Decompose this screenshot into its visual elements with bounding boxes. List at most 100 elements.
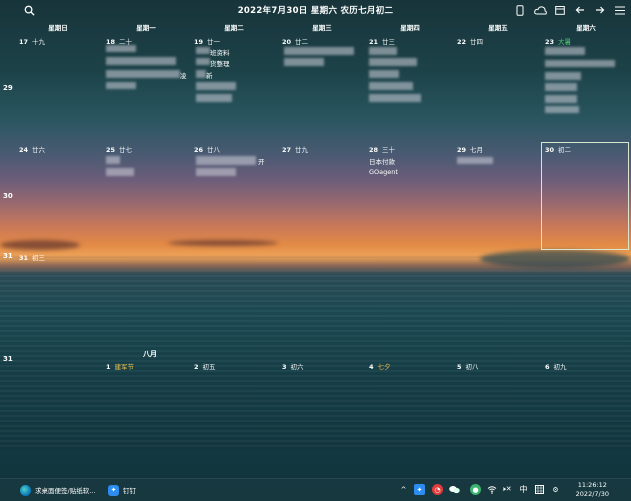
dingtalk-tray-icon[interactable]: ✦ bbox=[414, 484, 425, 495]
arrow-right-icon[interactable] bbox=[593, 3, 607, 17]
blurred-event bbox=[196, 47, 210, 54]
weekday-header-row: 星期日 星期一 星期二 星期三 星期四 星期五 星期六 bbox=[0, 22, 631, 32]
chevron-up-icon[interactable]: ^ bbox=[398, 484, 409, 495]
selected-day-highlight bbox=[541, 142, 629, 250]
weekday-thu: 星期四 bbox=[400, 24, 420, 32]
holiday-label: 建军节 bbox=[114, 363, 135, 371]
day-cell[interactable]: 23 大暑 bbox=[545, 36, 571, 46]
cloud bbox=[480, 250, 630, 268]
weekday-tue: 星期二 bbox=[224, 24, 244, 32]
blurred-event bbox=[106, 168, 134, 176]
edge-icon bbox=[20, 484, 31, 496]
day-cell[interactable]: 19 廿一 bbox=[194, 36, 220, 46]
blurred-event bbox=[369, 47, 397, 55]
day-cell[interactable]: 24 廿六 bbox=[19, 144, 45, 154]
blurred-event bbox=[106, 57, 176, 65]
day-cell[interactable]: 6 初九 bbox=[545, 361, 567, 371]
blurred-event bbox=[545, 60, 615, 67]
weekday-sat: 星期六 bbox=[576, 24, 596, 32]
day-cell[interactable]: 3 初六 bbox=[282, 361, 304, 371]
cloud bbox=[168, 240, 278, 246]
event-text[interactable]: GOagent bbox=[369, 168, 398, 176]
taskbar-app-label: 钉钉 bbox=[123, 487, 136, 495]
week-number: 29 bbox=[3, 84, 13, 92]
event-text[interactable]: 凌 bbox=[180, 70, 187, 80]
weekday-mon: 星期一 bbox=[136, 24, 156, 32]
day-cell[interactable]: 22 廿四 bbox=[457, 36, 483, 46]
app-tray-icon[interactable]: ● bbox=[470, 484, 481, 495]
day-cell[interactable]: 29 七月 bbox=[457, 144, 483, 154]
event-text[interactable]: 班资料 bbox=[210, 47, 230, 57]
blurred-event bbox=[106, 156, 120, 164]
week-number: 30 bbox=[3, 192, 13, 200]
blurred-event bbox=[369, 94, 421, 102]
day-cell[interactable]: 20 廿二 bbox=[282, 36, 308, 46]
blurred-event bbox=[106, 45, 136, 52]
day-cell[interactable]: 17 十九 bbox=[19, 36, 45, 46]
blurred-event bbox=[545, 83, 577, 91]
settings-icon[interactable]: ⚙ bbox=[550, 484, 561, 495]
day-cell[interactable]: 31 初三 bbox=[19, 252, 45, 262]
clock-time: 11:26:12 bbox=[577, 481, 607, 489]
blurred-event bbox=[545, 95, 577, 103]
event-text[interactable]: 新 bbox=[206, 70, 213, 80]
cloud-sync-icon[interactable] bbox=[533, 3, 547, 17]
wechat-icon[interactable] bbox=[449, 484, 460, 495]
weekday-sun: 星期日 bbox=[48, 24, 68, 32]
event-text[interactable]: 货整理 bbox=[210, 58, 230, 68]
dingtalk-icon: ✦ bbox=[108, 484, 119, 496]
blurred-event bbox=[196, 58, 210, 65]
day-cell[interactable]: 1 建军节 bbox=[106, 361, 134, 371]
taskbar-app-label: 求桌面便签/贴纸软... bbox=[35, 487, 96, 495]
blurred-event bbox=[284, 47, 354, 55]
day-cell[interactable]: 27 廿九 bbox=[282, 144, 308, 154]
volume-mute-icon[interactable]: 🕨✕ bbox=[501, 484, 512, 495]
day-cell[interactable]: 2 初五 bbox=[194, 361, 216, 371]
day-cell[interactable]: 5 初八 bbox=[457, 361, 479, 371]
weekday-wed: 星期三 bbox=[312, 24, 332, 32]
blurred-event bbox=[369, 70, 399, 78]
blurred-event bbox=[545, 106, 579, 113]
blurred-event bbox=[545, 72, 581, 80]
ime-indicator[interactable]: 中 bbox=[518, 484, 529, 495]
event-text[interactable]: 日本付款 bbox=[369, 156, 395, 166]
blurred-event bbox=[106, 70, 180, 78]
sea-texture bbox=[0, 270, 631, 450]
arrow-left-icon[interactable] bbox=[573, 3, 587, 17]
weibo-icon[interactable]: ◔ bbox=[432, 484, 443, 495]
day-cell[interactable]: 21 廿三 bbox=[369, 36, 395, 46]
taskbar: 求桌面便签/贴纸软... ✦ 钉钉 ^ ✦ ◔ ● 🕨✕ 中 ⚙ 11:26:1… bbox=[0, 478, 631, 501]
solar-term-label: 大暑 bbox=[558, 38, 572, 46]
system-clock[interactable]: 11:26:12 2022/7/30 bbox=[576, 481, 609, 499]
blurred-event bbox=[369, 58, 417, 66]
day-cell[interactable]: 4 七夕 bbox=[369, 361, 391, 371]
event-text[interactable]: 开 bbox=[258, 156, 265, 166]
blurred-event bbox=[545, 47, 585, 55]
taskbar-app-edge[interactable]: 求桌面便签/贴纸软... bbox=[20, 481, 95, 499]
top-bar: 2022年7月30日 星期六 农历七月初二 bbox=[0, 0, 631, 22]
day-cell[interactable]: 28 三十 bbox=[369, 144, 395, 154]
holiday-label: 七夕 bbox=[377, 363, 391, 371]
cloud bbox=[0, 240, 80, 250]
blurred-event bbox=[196, 70, 206, 78]
month-label: 八月 bbox=[143, 350, 157, 358]
blurred-event bbox=[196, 168, 236, 176]
day-cell[interactable]: 26 廿八 bbox=[194, 144, 220, 154]
wifi-icon[interactable] bbox=[486, 484, 497, 495]
blurred-event bbox=[106, 82, 136, 89]
blurred-event bbox=[196, 94, 232, 102]
calendar-icon[interactable] bbox=[553, 3, 567, 17]
blurred-event bbox=[369, 82, 413, 90]
blurred-event bbox=[457, 157, 493, 164]
blurred-event bbox=[284, 58, 324, 66]
taskbar-app-dingtalk[interactable]: ✦ 钉钉 bbox=[108, 481, 136, 499]
clock-date: 2022/7/30 bbox=[575, 490, 609, 498]
week-number: 31 bbox=[3, 252, 13, 260]
menu-icon[interactable] bbox=[613, 3, 627, 17]
weekday-fri: 星期五 bbox=[488, 24, 508, 32]
grid-icon[interactable] bbox=[534, 484, 545, 495]
blurred-event bbox=[196, 82, 236, 90]
blurred-event bbox=[196, 156, 256, 165]
day-cell[interactable]: 25 廿七 bbox=[106, 144, 132, 154]
phone-icon[interactable] bbox=[513, 3, 527, 17]
